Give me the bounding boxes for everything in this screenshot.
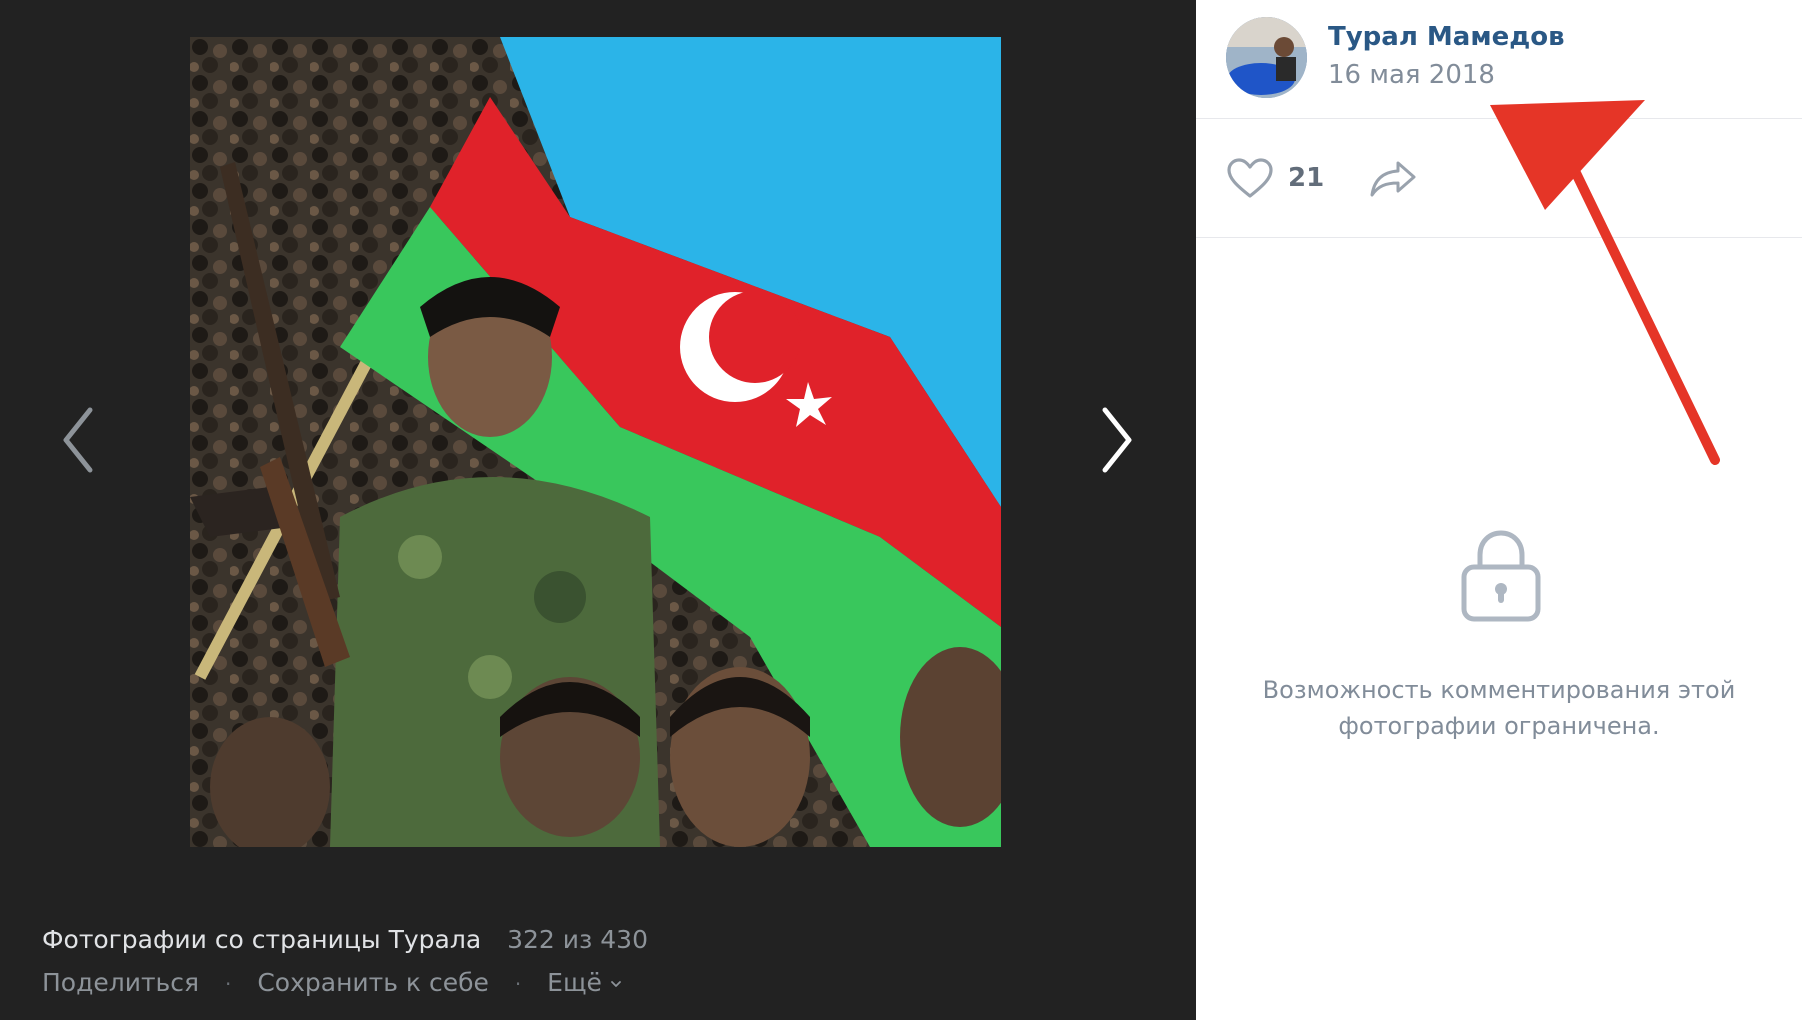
chevron-right-icon bbox=[1102, 407, 1132, 473]
photo-viewer: Фотографии со страницы Турала 322 из 430… bbox=[0, 0, 1196, 1020]
separator-dot: · bbox=[225, 972, 232, 996]
photo-counter: 322 из 430 bbox=[507, 925, 648, 954]
share-button[interactable] bbox=[1368, 157, 1418, 203]
save-link[interactable]: Сохранить к себе bbox=[257, 968, 489, 997]
like-button[interactable]: 21 bbox=[1226, 157, 1324, 199]
photo[interactable] bbox=[190, 37, 1001, 847]
chevron-left-icon bbox=[63, 407, 93, 473]
photo-image bbox=[190, 37, 1001, 847]
chevron-down-icon bbox=[610, 981, 621, 987]
post-actions: 21 bbox=[1196, 119, 1802, 238]
more-label: Ещё bbox=[547, 968, 602, 997]
photo-caption: Фотографии со страницы Турала 322 из 430… bbox=[42, 925, 648, 997]
author-name-link[interactable]: Турал Мамедов bbox=[1328, 22, 1565, 52]
photo-sidebar: Турал Мамедов 16 мая 2018 21 Возможность… bbox=[1196, 0, 1802, 1020]
prev-photo-button[interactable] bbox=[48, 395, 108, 485]
next-photo-button[interactable] bbox=[1087, 395, 1147, 485]
post-date[interactable]: 16 мая 2018 bbox=[1328, 60, 1495, 90]
avatar-image bbox=[1226, 17, 1307, 98]
heart-icon bbox=[1227, 158, 1273, 198]
share-arrow-icon bbox=[1370, 161, 1416, 197]
avatar[interactable] bbox=[1226, 17, 1307, 98]
lock-icon bbox=[1461, 530, 1541, 622]
share-link[interactable]: Поделиться bbox=[42, 968, 199, 997]
post-header: Турал Мамедов 16 мая 2018 bbox=[1196, 0, 1802, 119]
more-menu-button[interactable]: Ещё bbox=[547, 968, 622, 997]
separator-dot: · bbox=[514, 972, 522, 996]
like-count: 21 bbox=[1288, 163, 1325, 193]
album-title-link[interactable]: Фотографии со страницы Турала bbox=[42, 925, 481, 954]
comments-restricted-message: Возможность комментирования этой фотогра… bbox=[1262, 676, 1736, 740]
